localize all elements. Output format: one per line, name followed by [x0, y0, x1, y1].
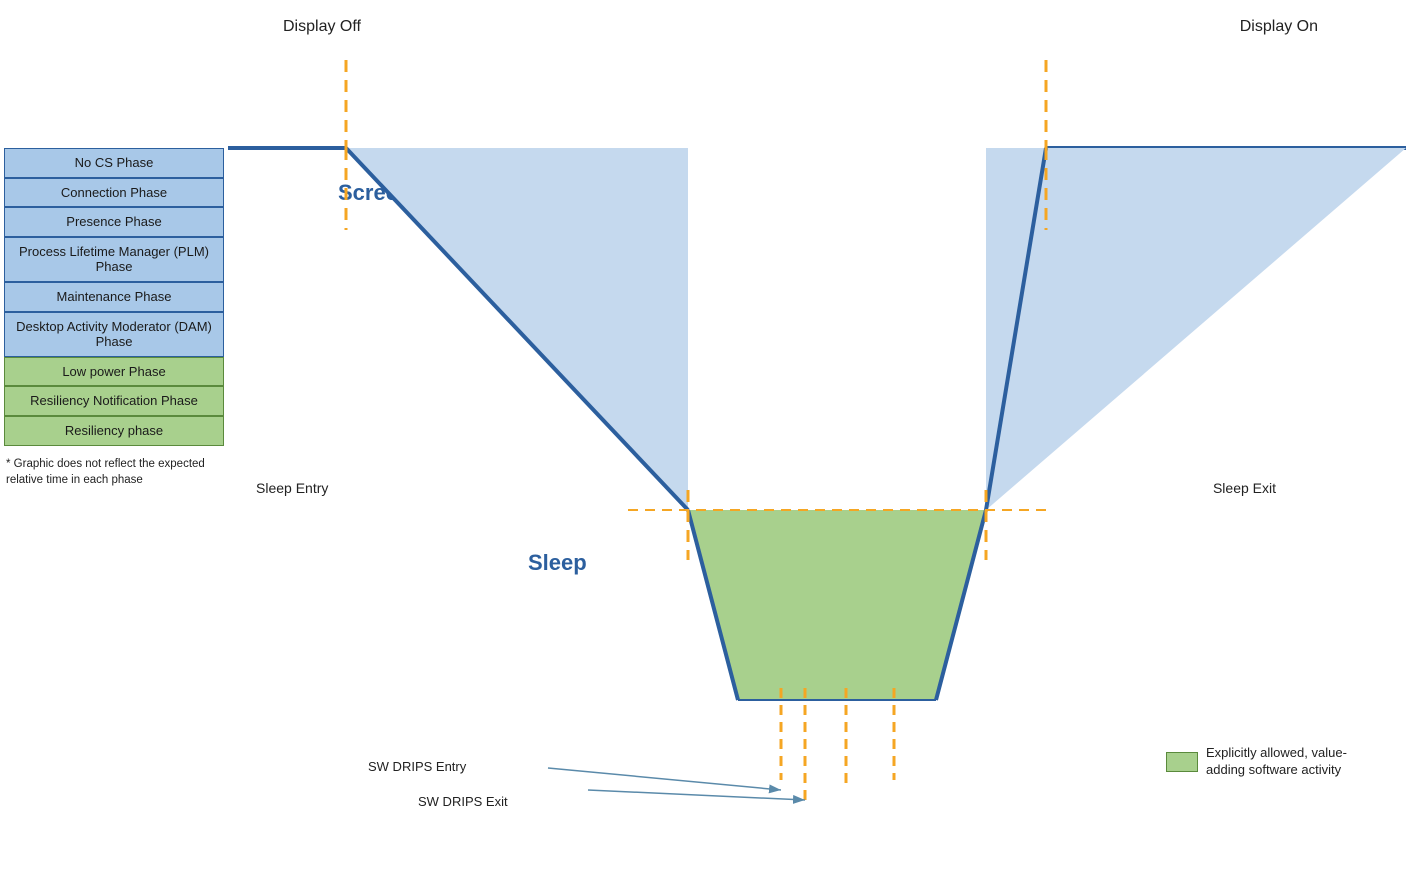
phase-box: Presence Phase [4, 207, 224, 237]
phase-box: No CS Phase [4, 148, 224, 178]
diagram-area: Display Off Display On Screen Off Sleep … [228, 0, 1406, 889]
page-container: No CS PhaseConnection PhasePresence Phas… [0, 0, 1406, 889]
phase-box: Connection Phase [4, 178, 224, 208]
phase-box: Resiliency Notification Phase [4, 386, 224, 416]
phase-box: Process Lifetime Manager (PLM) Phase [4, 237, 224, 282]
diagram-svg [228, 0, 1406, 889]
phase-box: Maintenance Phase [4, 282, 224, 312]
phase-box: Low power Phase [4, 357, 224, 387]
phase-box: Desktop Activity Moderator (DAM) Phase [4, 312, 224, 357]
footnote: * Graphic does not reflect the expected … [4, 456, 224, 488]
left-panel: No CS PhaseConnection PhasePresence Phas… [0, 0, 228, 889]
phase-box: Resiliency phase [4, 416, 224, 446]
